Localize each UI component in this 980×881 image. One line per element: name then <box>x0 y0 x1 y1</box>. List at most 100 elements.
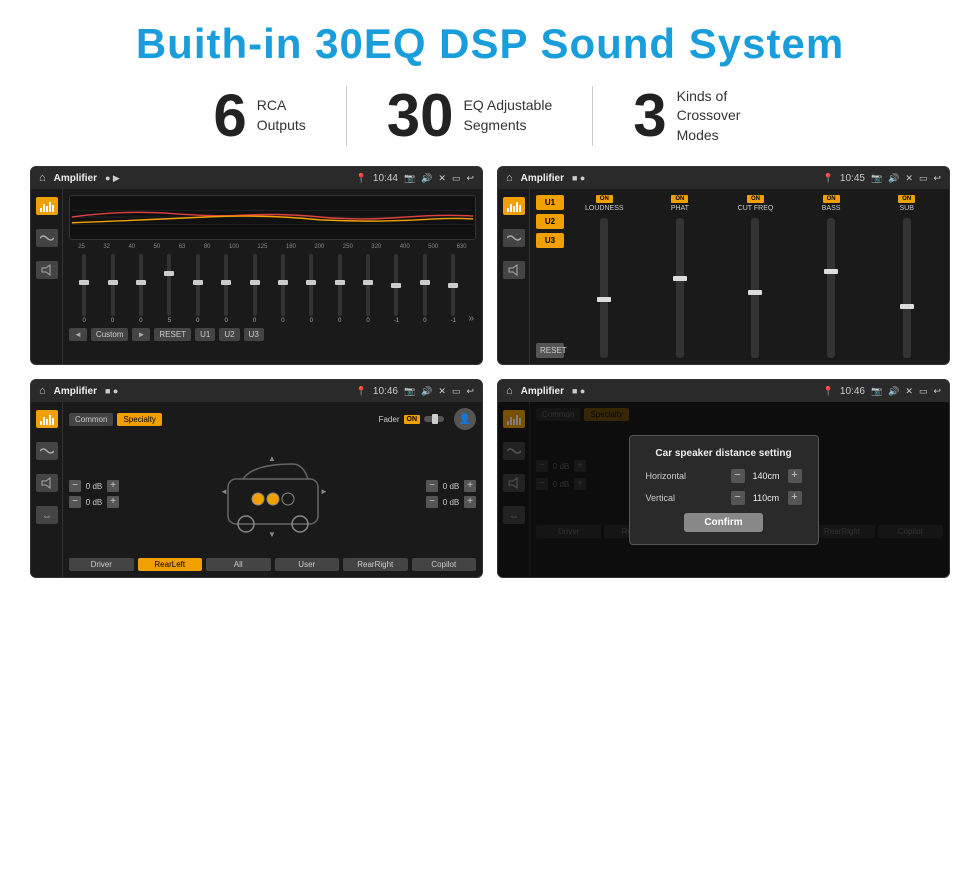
vertical-plus[interactable]: + <box>788 491 802 505</box>
eq-slider-13[interactable]: 0 <box>412 254 438 324</box>
db-control-2: − 0 dB + <box>69 496 119 508</box>
db-control-3: − 0 dB + <box>426 480 476 492</box>
channel-cutfreq: ON CUT FREQ <box>719 195 792 358</box>
eq-slider-5[interactable]: 0 <box>185 254 211 324</box>
u3-preset[interactable]: U3 <box>536 233 564 248</box>
camera-icon-4: 📷 <box>871 386 882 397</box>
screen3-time: 10:46 <box>373 386 398 397</box>
fader-on[interactable]: ON <box>404 415 421 424</box>
eq-slider-12[interactable]: -1 <box>383 254 409 324</box>
svg-text:►: ► <box>320 487 328 496</box>
sidebar-eq-icon[interactable] <box>36 197 58 215</box>
volume-icon-4: 🔊 <box>888 386 899 397</box>
screens-grid: ⌂ Amplifier ● ▶ 📍 10:44 📷 🔊 ✕ ▭ ↩ <box>30 166 950 578</box>
sidebar-eq-icon-3[interactable] <box>36 410 58 428</box>
all-btn[interactable]: All <box>206 558 271 571</box>
sidebar-wave-icon[interactable] <box>36 229 58 247</box>
sidebar-speaker-icon-3[interactable] <box>36 474 58 492</box>
eq-slider-8[interactable]: 0 <box>270 254 296 324</box>
vertical-minus[interactable]: − <box>731 491 745 505</box>
eq-graph <box>69 195 476 240</box>
screen3-topbar-right: 📍 10:46 📷 🔊 ✕ ▭ ↩ <box>356 386 474 397</box>
amp-channels: ON LOUDNESS ON PHAT <box>568 195 943 358</box>
db-minus-4[interactable]: − <box>426 496 438 508</box>
next-button[interactable]: ► <box>132 328 150 341</box>
sidebar-arrows-icon-3[interactable]: ⇔ <box>36 506 58 524</box>
fader-label: Fader <box>379 415 400 424</box>
custom-label[interactable]: Custom <box>91 328 129 341</box>
eq-slider-1[interactable]: 0 <box>71 254 97 324</box>
horizontal-minus[interactable]: − <box>731 469 745 483</box>
horizontal-plus[interactable]: + <box>788 469 802 483</box>
screen3-sidebar: ⇔ <box>31 402 63 577</box>
eq-slider-2[interactable]: 0 <box>99 254 125 324</box>
u3-button[interactable]: U3 <box>244 328 264 341</box>
eq-slider-4[interactable]: 5 <box>156 254 182 324</box>
cutfreq-on[interactable]: ON <box>747 195 764 203</box>
amp-reset[interactable]: RESET <box>536 343 564 358</box>
loudness-on[interactable]: ON <box>596 195 613 203</box>
amp-presets: U1 U2 U3 RESET <box>536 195 564 358</box>
eq-slider-9[interactable]: 0 <box>298 254 324 324</box>
db-val-1: 0 dB <box>83 482 105 491</box>
db-plus-1[interactable]: + <box>107 480 119 492</box>
sidebar-wave-icon-3[interactable] <box>36 442 58 460</box>
dialog-overlay: Car speaker distance setting Horizontal … <box>498 402 949 577</box>
db-minus-3[interactable]: − <box>426 480 438 492</box>
close-icon-4: ✕ <box>905 386 913 397</box>
location-icon: 📍 <box>356 173 367 184</box>
back-icon-2: ↩ <box>933 173 941 184</box>
eq-slider-6[interactable]: 0 <box>213 254 239 324</box>
screen2-time: 10:45 <box>840 173 865 184</box>
vertical-label: Vertical <box>646 493 676 503</box>
specialty-tab[interactable]: Specialty <box>117 413 161 426</box>
eq-arrows: » <box>468 313 474 324</box>
common-tab[interactable]: Common <box>69 413 113 426</box>
u1-button[interactable]: U1 <box>195 328 215 341</box>
eq-slider-3[interactable]: 0 <box>128 254 154 324</box>
eq-slider-10[interactable]: 0 <box>327 254 353 324</box>
eq-slider-7[interactable]: 0 <box>241 254 267 324</box>
prev-button[interactable]: ◄ <box>69 328 87 341</box>
camera-icon-3: 📷 <box>404 386 415 397</box>
sidebar-wave-icon-2[interactable] <box>503 229 525 247</box>
stat-eq: 30 EQ Adjustable Segments <box>347 86 592 146</box>
db-plus-3[interactable]: + <box>464 480 476 492</box>
screen3-content: ⇔ Common Specialty Fader ON <box>31 402 482 577</box>
screen2-amp-main: U1 U2 U3 RESET ON LOUDNESS <box>530 189 949 364</box>
u1-preset[interactable]: U1 <box>536 195 564 210</box>
db-plus-4[interactable]: + <box>464 496 476 508</box>
screen1-sidebar <box>31 189 63 364</box>
u2-button[interactable]: U2 <box>219 328 239 341</box>
screen1-eq-main: 2532405063 80100125160200 25032040050063… <box>63 189 482 364</box>
copilot-btn[interactable]: Copilot <box>412 558 477 571</box>
reset-button[interactable]: RESET <box>154 328 191 341</box>
sub-on[interactable]: ON <box>898 195 915 203</box>
db-plus-2[interactable]: + <box>107 496 119 508</box>
home-icon-2: ⌂ <box>506 172 513 184</box>
db-minus-1[interactable]: − <box>69 480 81 492</box>
window-icon: ▭ <box>452 173 461 184</box>
cross-bottom-btns: Driver RearLeft All User RearRight Copil… <box>69 558 476 571</box>
stat-number-rca: 6 <box>213 86 246 146</box>
eq-slider-14[interactable]: -1 <box>440 254 466 324</box>
user-avatar[interactable]: 👤 <box>454 408 476 430</box>
rearright-btn[interactable]: RearRight <box>343 558 408 571</box>
phat-label: PHAT <box>671 205 689 212</box>
bass-on[interactable]: ON <box>823 195 840 203</box>
phat-on[interactable]: ON <box>671 195 688 203</box>
rearleft-btn[interactable]: RearLeft <box>138 558 203 571</box>
sidebar-eq-icon-2[interactable] <box>503 197 525 215</box>
u2-preset[interactable]: U2 <box>536 214 564 229</box>
screen1-content: 2532405063 80100125160200 25032040050063… <box>31 189 482 364</box>
confirm-button[interactable]: Confirm <box>684 513 762 532</box>
sidebar-speaker-icon-2[interactable] <box>503 261 525 279</box>
user-btn[interactable]: User <box>275 558 340 571</box>
back-icon: ↩ <box>466 173 474 184</box>
db-minus-2[interactable]: − <box>69 496 81 508</box>
eq-slider-11[interactable]: 0 <box>355 254 381 324</box>
driver-btn[interactable]: Driver <box>69 558 134 571</box>
sidebar-speaker-icon[interactable] <box>36 261 58 279</box>
screen2-topbar: ⌂ Amplifier ■ ● 📍 10:45 📷 🔊 ✕ ▭ ↩ <box>498 167 949 189</box>
horizontal-value: 140cm <box>749 471 784 481</box>
